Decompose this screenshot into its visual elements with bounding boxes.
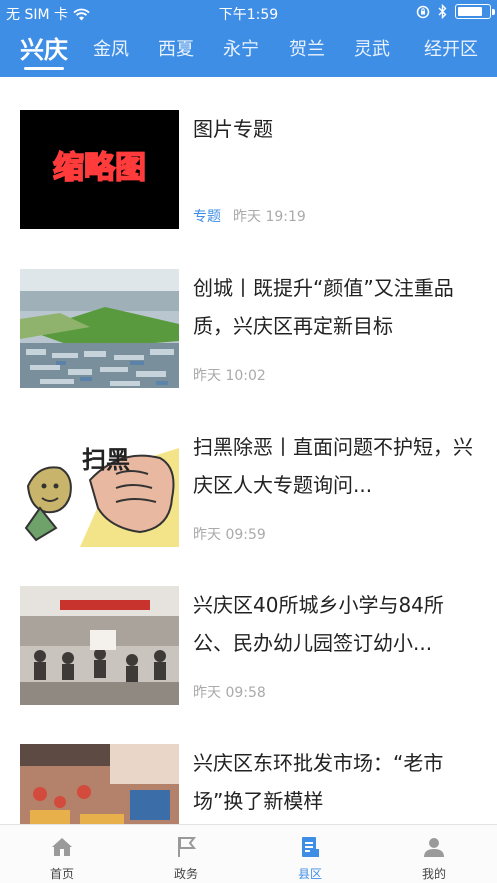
thumbnail-label: 扫黑 (82, 446, 130, 474)
home-icon (52, 838, 72, 856)
nav-home-label: 首页 (49, 867, 74, 881)
tab-helan[interactable]: 贺兰 (289, 30, 325, 74)
nav-home[interactable]: 首页 (0, 825, 124, 883)
tab-lingwu[interactable]: 灵武 (354, 30, 390, 74)
nav-profile-label: 我的 (421, 867, 446, 881)
article-time: 昨天 09:58 (193, 685, 266, 701)
article-list: 缩略图 图片专题 专题 昨天 19:19 创城丨既提升“颜值”又注重品质，兴庆区… (0, 77, 497, 824)
app-header: 无 SIM 卡 下午1:59 兴庆 金凤 西夏 永宁 贺兰 灵武 经开区 (0, 0, 497, 77)
tab-yongning[interactable]: 永宁 (223, 30, 259, 74)
user-icon (424, 838, 444, 857)
tab-jingkaiqu[interactable]: 经开区 (424, 30, 478, 74)
tab-xixia[interactable]: 西夏 (158, 30, 194, 74)
tab-xingqing[interactable]: 兴庆 (20, 30, 68, 74)
article-title: 扫黑除恶丨直面问题不护短，兴庆区人大专题询问... (193, 435, 473, 497)
list-item[interactable]: 兴庆区东环批发市场：“老市场”换了新模样 (0, 744, 497, 824)
article-thumbnail (20, 744, 179, 824)
battery-level (458, 7, 482, 16)
list-item[interactable]: 扫黑 扫黑除恶丨直面问题不护短，兴庆区人大专题询问... 昨天 09:59 (0, 428, 497, 548)
article-meta: 昨天 10:02 (193, 365, 266, 385)
district-tabs: 兴庆 金凤 西夏 永宁 贺兰 灵武 经开区 (0, 30, 497, 74)
article-time: 昨天 09:59 (193, 527, 266, 543)
list-item[interactable]: 兴庆区40所城乡小学与84所公、民办幼儿园签订幼小... 昨天 09:58 (0, 586, 497, 706)
article-title: 创城丨既提升“颜值”又注重品质，兴庆区再定新目标 (193, 276, 454, 338)
article-thumbnail (20, 586, 179, 705)
bottom-navigation: 首页 政务 县区 我的 (0, 824, 497, 883)
article-title: 图片专题 (193, 117, 273, 141)
article-meta: 昨天 09:59 (193, 524, 266, 544)
nav-districts[interactable]: 县区 (248, 825, 372, 883)
article-title: 兴庆区东环批发市场：“老市场”换了新模样 (193, 751, 444, 813)
article-time: 昨天 19:19 (233, 209, 306, 225)
bluetooth-icon (438, 4, 447, 19)
nav-government-label: 政务 (173, 867, 198, 881)
orientation-lock-icon (416, 5, 430, 18)
list-item[interactable]: 缩略图 图片专题 专题 昨天 19:19 (0, 110, 497, 230)
article-meta: 昨天 09:58 (193, 682, 266, 702)
article-thumbnail: 缩略图 (20, 110, 179, 229)
article-thumbnail: 扫黑 (20, 428, 179, 547)
nav-profile[interactable]: 我的 (372, 825, 496, 883)
tab-jinfeng[interactable]: 金凤 (93, 30, 129, 74)
thumbnail-label: 缩略图 (53, 150, 146, 186)
list-item[interactable]: 创城丨既提升“颜值”又注重品质，兴庆区再定新目标 昨天 10:02 (0, 269, 497, 389)
document-icon (302, 837, 319, 857)
status-bar: 无 SIM 卡 下午1:59 (0, 0, 497, 26)
article-meta: 专题 昨天 19:19 (193, 206, 306, 226)
article-time: 昨天 10:02 (193, 368, 266, 384)
article-thumbnail (20, 269, 179, 388)
article-title: 兴庆区40所城乡小学与84所公、民办幼儿园签订幼小... (193, 593, 444, 655)
nav-districts-label: 县区 (297, 867, 322, 881)
nav-government[interactable]: 政务 (124, 825, 248, 883)
article-tag: 专题 (193, 209, 221, 225)
flag-icon (178, 837, 197, 857)
battery-icon (455, 4, 495, 19)
